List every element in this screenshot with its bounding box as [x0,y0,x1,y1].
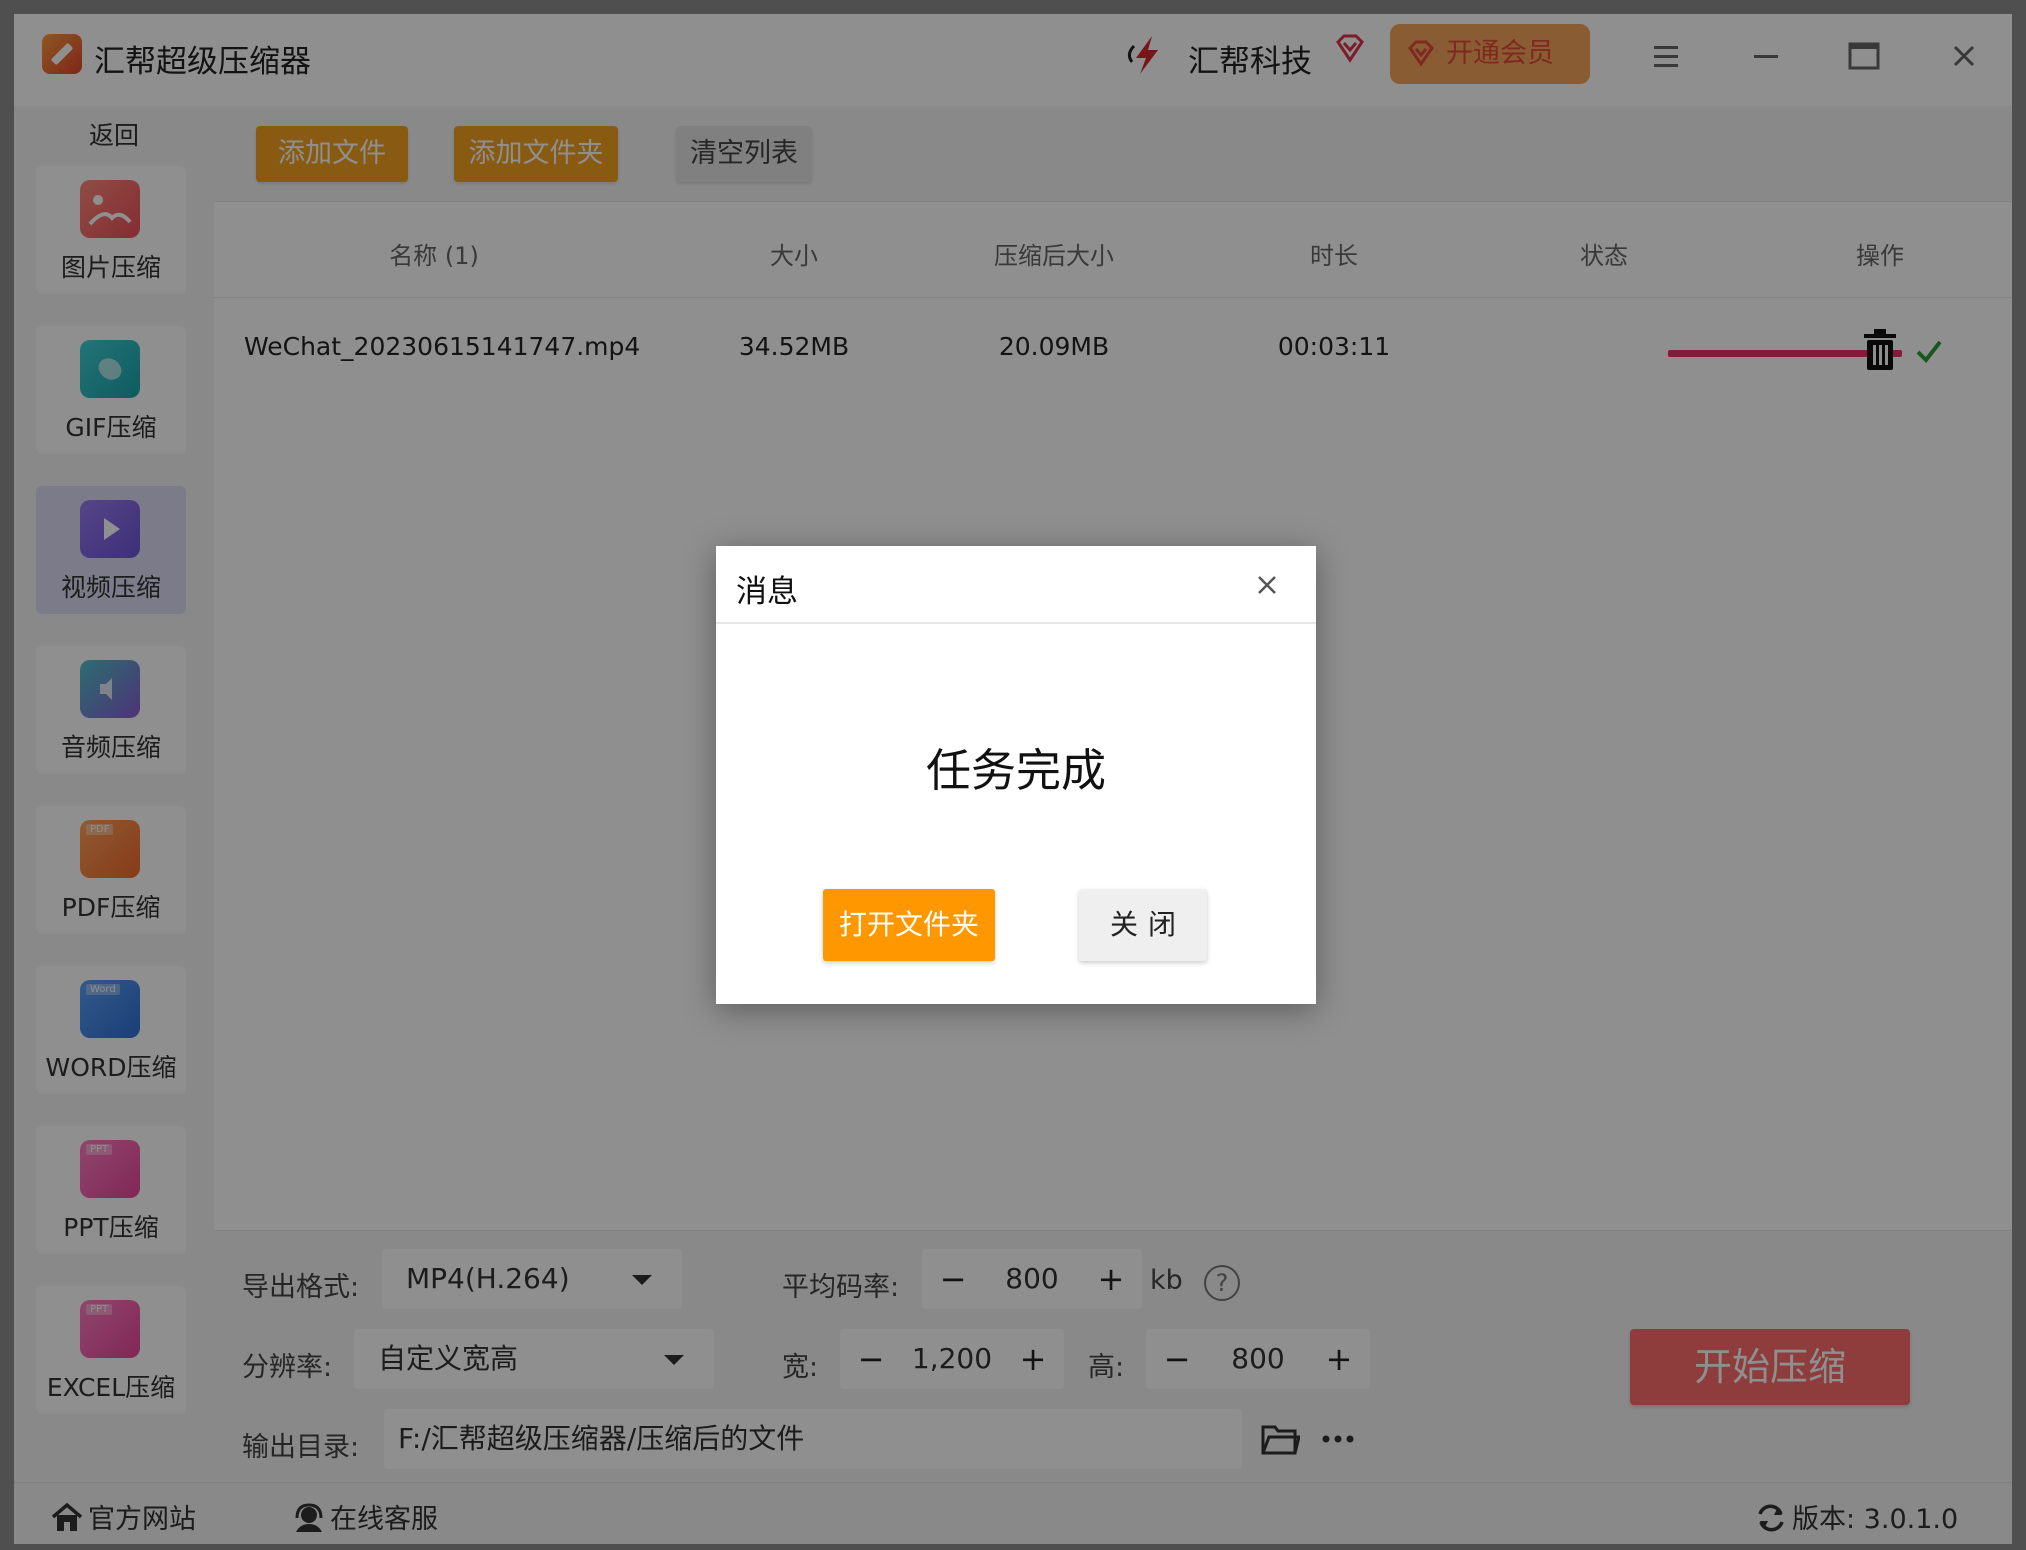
dialog-title: 消息 [736,574,798,610]
close-dialog-button[interactable]: 关闭 [1079,889,1207,961]
open-folder-button[interactable]: 打开文件夹 [823,889,995,961]
dialog-message: 任务完成 [925,744,1106,797]
message-dialog: 消息 任务完成 打开文件夹 关闭 [716,546,1316,1004]
close-icon[interactable] [1250,568,1284,602]
dialog-header: 消息 [716,546,1316,624]
